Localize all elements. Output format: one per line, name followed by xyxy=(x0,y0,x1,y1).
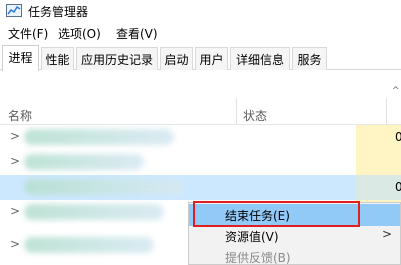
tab-users[interactable]: 用户 xyxy=(195,47,228,70)
context-menu: 结束任务(E) 资源值(V) > 提供反馈(B) xyxy=(188,202,401,265)
blurred-process-name xyxy=(24,129,174,145)
tab-app-history[interactable]: 应用历史记录 xyxy=(76,47,158,70)
submenu-arrow-icon: > xyxy=(381,227,392,241)
cpu-value: 0 xyxy=(395,180,401,194)
tab-services[interactable]: 服务 xyxy=(292,47,327,70)
task-manager-icon xyxy=(6,4,22,17)
title-bar: 任务管理器 xyxy=(0,0,401,22)
menu-file[interactable]: 文件(F) xyxy=(8,25,48,42)
menu-bar: 文件(F) 选项(O) 查看(V) xyxy=(0,22,401,42)
column-status[interactable]: 状态 xyxy=(243,107,267,124)
tab-processes[interactable]: 进程 xyxy=(2,45,39,71)
column-name[interactable]: 名称 xyxy=(8,107,32,124)
cpu-value: 0 xyxy=(395,130,401,144)
expand-chevron-icon[interactable]: > xyxy=(10,204,20,218)
menu-view[interactable]: 查看(V) xyxy=(116,25,158,42)
end-task-menu-item[interactable]: 结束任务(E) xyxy=(189,204,400,226)
expand-chevron-icon[interactable]: > xyxy=(10,237,20,251)
blurred-process-name xyxy=(24,179,184,195)
column-divider[interactable] xyxy=(236,98,237,124)
blurred-process-name xyxy=(24,204,164,220)
feedback-menu-item[interactable]: 提供反馈(B) xyxy=(189,246,400,265)
menu-item-label: 提供反馈(B) xyxy=(225,251,291,265)
cpu-cell xyxy=(356,150,401,175)
table-row[interactable]: > xyxy=(0,150,401,175)
tab-strip: 进程 性能 应用历史记录 启动 用户 详细信息 服务 xyxy=(0,45,401,71)
column-headers: ^ 名称 状态 xyxy=(0,72,401,124)
tab-performance[interactable]: 性能 xyxy=(41,47,74,70)
resource-values-menu-item[interactable]: 资源值(V) > xyxy=(189,225,400,247)
blurred-process-name xyxy=(24,237,154,253)
column-divider[interactable] xyxy=(386,98,387,124)
window-title: 任务管理器 xyxy=(28,5,89,19)
tab-details[interactable]: 详细信息 xyxy=(230,47,290,70)
tab-startup[interactable]: 启动 xyxy=(160,47,193,70)
expand-chevron-icon[interactable]: > xyxy=(10,154,20,168)
table-row-selected[interactable]: 0 xyxy=(0,175,401,200)
menu-options[interactable]: 选项(O) xyxy=(58,25,101,42)
menu-item-label: 资源值(V) xyxy=(225,230,279,244)
menu-item-label: 结束任务(E) xyxy=(225,209,290,223)
sort-up-icon: ^ xyxy=(392,86,400,96)
table-row[interactable]: > 0 xyxy=(0,125,401,150)
expand-chevron-icon[interactable]: > xyxy=(10,129,20,143)
blurred-process-name xyxy=(24,154,144,170)
